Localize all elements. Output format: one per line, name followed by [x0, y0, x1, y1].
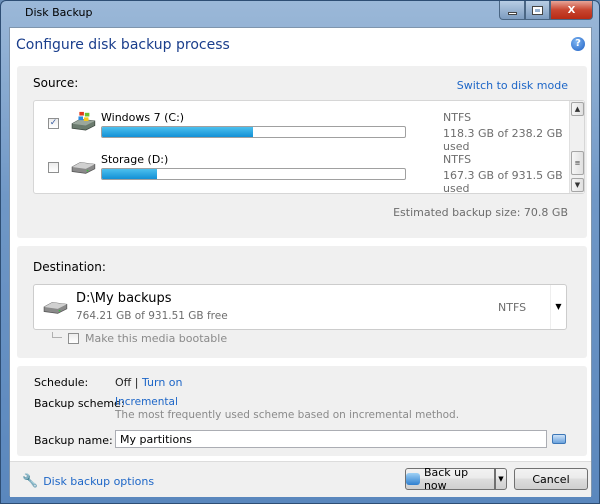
windows-drive-icon — [71, 111, 96, 131]
schedule-value-group: Off | Turn on — [115, 376, 183, 389]
disk-d-name: Storage (D:) — [101, 153, 169, 166]
backup-scheme-label: Backup scheme: — [34, 397, 125, 410]
disk-d-usage-fill — [102, 169, 157, 179]
disk-row-d[interactable]: Storage (D:) NTFS 167.3 GB of 931.5 GB u… — [34, 153, 564, 195]
destination-free-space: 764.21 GB of 931.51 GB free — [76, 310, 228, 322]
back-up-now-label: Back up now — [423, 466, 469, 492]
disk-backup-options-link[interactable]: Disk backup options — [43, 475, 154, 488]
maximize-icon — [532, 5, 543, 15]
scroll-up-button[interactable]: ▲ — [571, 102, 584, 116]
caption-buttons: X — [499, 1, 593, 20]
disk-d-checkbox[interactable] — [48, 162, 59, 173]
disk-c-checkbox[interactable]: ✓ — [48, 118, 59, 129]
back-up-now-button[interactable]: Back up now — [405, 466, 495, 492]
backup-scheme-description: The most frequently used scheme based on… — [115, 409, 460, 421]
bootable-checkbox[interactable] — [68, 333, 79, 344]
destination-panel: Destination: D:\My backups 764.21 GB of … — [17, 246, 587, 358]
disk-d-filesystem: NTFS — [443, 153, 472, 166]
source-scrollbar[interactable]: ▲ ≡ ▼ — [569, 101, 584, 193]
hard-drive-icon — [71, 162, 96, 174]
backup-name-input[interactable] — [115, 430, 547, 448]
help-icon[interactable]: ? — [571, 37, 585, 51]
scroll-thumb[interactable]: ≡ — [571, 151, 584, 175]
dialog-client: Configure disk backup process ? Source: … — [9, 27, 592, 497]
switch-to-disk-mode-link[interactable]: Switch to disk mode — [457, 79, 568, 92]
title-bar[interactable]: Disk Backup X — [1, 1, 599, 27]
minimize-icon — [507, 11, 517, 15]
destination-label: Destination: — [33, 260, 106, 274]
back-up-now-dropdown[interactable]: ▼ — [495, 468, 507, 490]
source-panel: Source: Switch to disk mode ✓ Windows 7 … — [17, 66, 587, 238]
disk-backup-window: Disk Backup X Configure disk backup proc… — [0, 0, 600, 504]
disk-backup-options[interactable]: 🔧 Disk backup options — [22, 474, 154, 489]
turn-on-schedule-link[interactable]: Turn on — [142, 376, 183, 389]
disk-d-usage-bar — [101, 168, 406, 180]
destination-path: D:\My backups — [76, 291, 172, 306]
source-label: Source: — [33, 76, 79, 90]
maximize-button[interactable] — [525, 1, 550, 20]
bootable-option[interactable]: Make this media bootable — [68, 332, 227, 345]
disk-row-c[interactable]: ✓ Windows 7 (C:) NTFS 118.3 GB of 238.2 … — [34, 111, 564, 153]
disk-c-filesystem: NTFS — [443, 111, 472, 124]
cancel-button[interactable]: Cancel — [514, 468, 588, 490]
close-icon: X — [567, 4, 576, 16]
disk-c-usage: 118.3 GB of 238.2 GB used — [443, 127, 563, 153]
scroll-down-button[interactable]: ▼ — [571, 178, 584, 192]
disk-d-usage: 167.3 GB of 931.5 GB used — [443, 169, 563, 195]
close-button[interactable]: X — [550, 1, 593, 20]
comment-icon[interactable] — [552, 434, 566, 444]
destination-drive-icon — [43, 302, 68, 314]
schedule-separator: | — [134, 376, 139, 389]
schedule-label: Schedule: — [34, 376, 89, 389]
minimize-button[interactable] — [499, 1, 525, 20]
source-disk-list: ✓ Windows 7 (C:) NTFS 118.3 GB of 238.2 … — [33, 100, 585, 195]
footer-bar: 🔧 Disk backup options Back up now ▼ Canc… — [10, 462, 591, 497]
settings-panel: Schedule: Off | Turn on Backup scheme: I… — [17, 366, 587, 456]
destination-filesystem: NTFS — [498, 301, 527, 314]
schedule-value: Off — [115, 376, 132, 389]
estimated-backup-size: Estimated backup size: 70.8 GB — [393, 206, 568, 219]
backup-icon — [406, 473, 420, 485]
backup-name-label: Backup name: — [34, 434, 113, 447]
backup-scheme-link[interactable]: Incremental — [115, 396, 178, 408]
page-title: Configure disk backup process — [16, 37, 230, 53]
disk-c-usage-fill — [102, 127, 253, 137]
tree-connector-icon — [52, 332, 62, 338]
bootable-label: Make this media bootable — [85, 332, 228, 345]
wrench-icon: 🔧 — [22, 474, 39, 489]
destination-dropdown-arrow[interactable]: ▼ — [550, 285, 566, 329]
disk-c-name: Windows 7 (C:) — [101, 111, 185, 124]
destination-selector[interactable]: D:\My backups 764.21 GB of 931.51 GB fre… — [33, 284, 567, 330]
window-title: Disk Backup — [25, 6, 93, 19]
disk-c-usage-bar — [101, 126, 406, 138]
